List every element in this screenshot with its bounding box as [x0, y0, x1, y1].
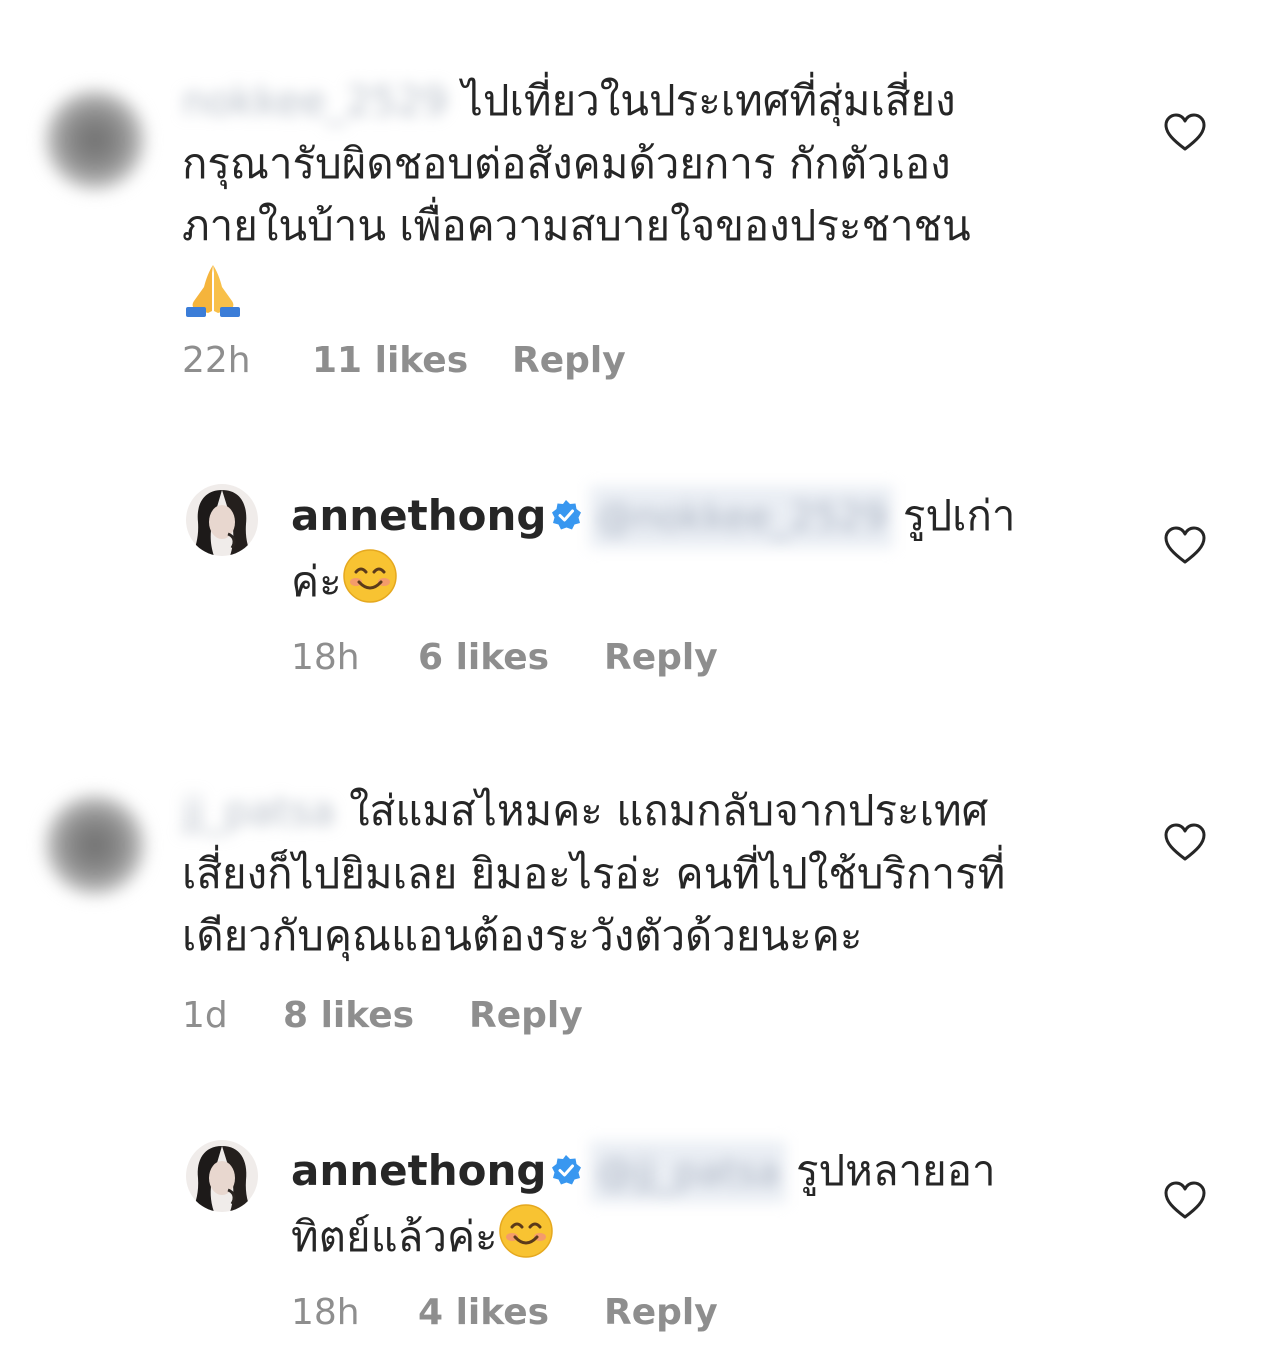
heart-icon[interactable]: [1163, 525, 1207, 565]
comment-text-line-1: ไปเที่ยวในประเทศที่สุ่มเสี่ยง: [461, 76, 956, 125]
comment-text-line-1: รูปหลายอา: [795, 1146, 996, 1195]
mention-blurred[interactable]: @jj_patsa: [590, 1141, 786, 1203]
username-blurred[interactable]: nokkee_2529: [182, 71, 448, 133]
comment-meta: 1d 8 likes Reply: [182, 993, 583, 1039]
verified-badge-icon: [552, 499, 582, 529]
comment-time: 22h: [182, 340, 251, 381]
smiling-face-emoji: [342, 548, 398, 621]
comment-time: 18h: [291, 1292, 360, 1333]
comment-text-line-2: ค่ะ: [291, 557, 342, 606]
comment-text-line-1: ใส่แมสไหมคะ แถมกลับจากประเทศ: [349, 786, 989, 835]
comment-text-line-3: ภายในบ้าน เพื่อความสบายใจของประชาชน: [182, 201, 971, 250]
comment-text-line-2: เสี่ยงก็ไปยิมเลย ยิมอะไรอ่ะ คนที่ไปใช้บร…: [182, 849, 1006, 898]
reply-button[interactable]: Reply: [469, 993, 583, 1039]
comment-text: nokkee_2529 ไปเที่ยวในประเทศที่สุ่มเสี่ยง…: [182, 70, 971, 336]
username[interactable]: annethong: [291, 491, 546, 540]
comment-text: jj_patsa ใส่แมสไหมคะ แถมกลับจากประเทศ เสี…: [182, 780, 1005, 967]
verified-badge-icon: [552, 1154, 582, 1184]
comment-text-line-2: กรุณารับผิดชอบต่อสังคมด้วยการ กักตัวเอง: [182, 139, 951, 188]
reply-button[interactable]: Reply: [604, 1290, 718, 1336]
likes-count[interactable]: 11 likes: [312, 338, 512, 384]
comment-meta: 18h 6 likes Reply: [291, 635, 718, 681]
likes-count[interactable]: 8 likes: [283, 993, 469, 1039]
comment-time: 18h: [291, 637, 360, 678]
comment-time: 1d: [182, 995, 228, 1036]
smiling-face-emoji: [498, 1203, 554, 1276]
comment-meta: 18h 4 likes Reply: [291, 1290, 718, 1336]
avatar[interactable]: [45, 795, 145, 895]
likes-count[interactable]: 6 likes: [418, 635, 604, 681]
avatar[interactable]: [186, 1140, 258, 1212]
comment-text-line-3: เดียวกับคุณแอนต้องระวังตัวด้วยนะคะ: [182, 911, 863, 960]
mention-blurred[interactable]: @nokkee_2529: [590, 486, 893, 548]
comment-text: annethong @jj_patsa รูปหลายอา ทิตย์แล้วค่…: [291, 1140, 996, 1276]
heart-icon[interactable]: [1163, 1180, 1207, 1220]
comment-text-line-2: ทิตย์แล้วค่ะ: [291, 1212, 498, 1261]
comment-meta: 22h 11 likes Reply: [182, 338, 626, 384]
avatar[interactable]: [186, 484, 258, 556]
heart-icon[interactable]: [1163, 822, 1207, 862]
username[interactable]: annethong: [291, 1146, 546, 1195]
comment-text: annethong @nokkee_2529 รูปเก่า ค่ะ: [291, 485, 1016, 621]
likes-count[interactable]: 4 likes: [418, 1290, 604, 1336]
reply-button[interactable]: Reply: [512, 338, 626, 384]
username-blurred[interactable]: jj_patsa: [182, 781, 335, 843]
avatar[interactable]: [45, 90, 145, 190]
reply-button[interactable]: Reply: [604, 635, 718, 681]
comment-text-line-1: รูปเก่า: [902, 491, 1016, 540]
heart-icon[interactable]: [1163, 112, 1207, 152]
folded-hands-emoji: [182, 257, 244, 336]
